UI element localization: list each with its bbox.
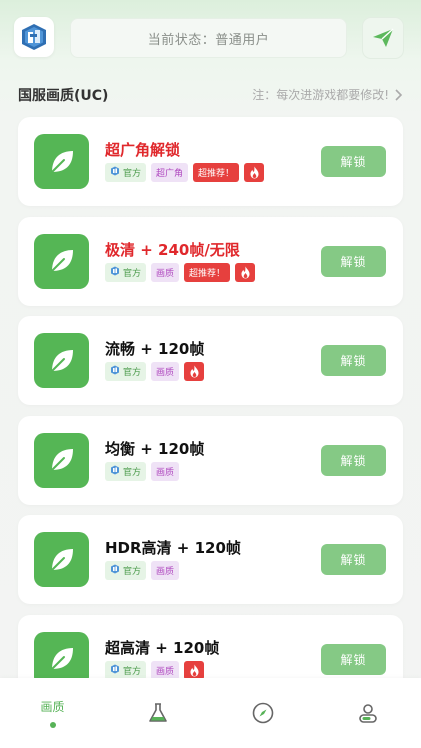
fire-icon <box>190 365 199 378</box>
leaf-icon-box <box>34 233 89 289</box>
card-tags: 官方 画质 <box>105 362 205 381</box>
leaf-icon-box <box>34 333 89 388</box>
active-indicator-dot <box>49 722 56 728</box>
tag-text: 官方 <box>123 567 142 577</box>
unlock-button[interactable]: 解锁 <box>321 544 386 575</box>
fire-icon <box>241 266 250 278</box>
quality-card: 流畅 + 120帧官方 画质 解锁 <box>18 316 403 405</box>
paper-plane-icon <box>373 28 394 47</box>
nav-tab-discover[interactable] <box>210 678 315 748</box>
fire-badge <box>235 262 256 282</box>
official-tag: 官方 <box>105 461 147 481</box>
fire-badge <box>184 660 205 680</box>
official-badge-icon <box>110 465 120 478</box>
app-logo-icon <box>22 24 46 50</box>
official-badge-icon <box>110 564 120 577</box>
tag-text: 超推荐！ <box>198 169 235 179</box>
card-tags: 官方 画质 <box>105 561 180 580</box>
section-note-text: 注：每次进游戏都要修改! <box>252 88 389 102</box>
bottom-navigation: 画质 <box>0 678 421 748</box>
quality-card: HDR高清 + 120帧官方 画质 解锁 <box>18 515 403 604</box>
nav-tab-quality-label: 画质 <box>40 700 65 714</box>
leaf-icon <box>50 150 73 173</box>
quality-card: 超广角解锁官方 超广角 超推荐！ 解锁 <box>18 117 403 206</box>
card-tags: 官方 画质 <box>105 660 205 680</box>
tag-text: 画质 <box>156 268 175 279</box>
category-tag: 画质 <box>151 660 180 680</box>
recommend-tag: 超推荐！ <box>193 163 240 182</box>
card-tags: 官方 画质 <box>105 461 180 481</box>
tag-text: 官方 <box>123 666 142 677</box>
section-header: 国服画质(UC) 注：每次进游戏都要修改! <box>18 84 403 106</box>
nav-tab-lab[interactable] <box>105 678 210 748</box>
category-tag: 画质 <box>151 461 180 481</box>
tag-text: 超推荐！ <box>189 268 226 279</box>
fire-badge <box>244 163 265 182</box>
unlock-button[interactable]: 解锁 <box>321 444 386 476</box>
nav-tab-quality[interactable]: 画质 <box>0 678 105 748</box>
official-tag: 官方 <box>105 362 147 381</box>
fire-badge <box>184 362 205 381</box>
user-status: 当前状态：普通用户 <box>70 18 347 58</box>
recommend-tag: 超推荐！ <box>184 262 231 282</box>
card-title: 超广角解锁 <box>105 141 181 159</box>
profile-icon <box>358 704 377 723</box>
section-note[interactable]: 注：每次进游戏都要修改! <box>252 86 403 103</box>
card-title: 均衡 + 120帧 <box>105 439 205 458</box>
quality-card: 均衡 + 120帧官方 画质 解锁 <box>18 415 403 505</box>
category-tag: 画质 <box>151 262 180 282</box>
category-tag: 超广角 <box>151 163 189 182</box>
tag-text: 超广角 <box>156 169 184 179</box>
official-badge-icon <box>110 365 120 378</box>
card-title: HDR高清 + 120帧 <box>105 539 241 557</box>
official-badge-icon <box>110 166 120 179</box>
official-tag: 官方 <box>105 163 147 182</box>
official-badge-icon <box>110 266 120 279</box>
card-tags: 官方 画质 超推荐！ <box>105 262 256 282</box>
official-tag: 官方 <box>105 262 147 282</box>
leaf-icon <box>50 648 73 670</box>
official-tag: 官方 <box>105 561 147 580</box>
official-badge-icon <box>110 664 120 677</box>
unlock-button[interactable]: 解锁 <box>321 643 386 675</box>
nav-tab-profile[interactable] <box>315 678 420 748</box>
card-title: 超高清 + 120帧 <box>105 638 220 657</box>
leaf-icon <box>50 250 73 272</box>
user-status-text: 当前状态：普通用户 <box>147 32 270 48</box>
app-logo[interactable] <box>14 17 54 57</box>
tag-text: 官方 <box>123 169 142 179</box>
tag-text: 画质 <box>156 368 175 378</box>
compass-icon <box>252 702 273 724</box>
leaf-icon <box>50 548 73 571</box>
flask-icon <box>148 703 167 722</box>
fire-icon <box>190 664 199 676</box>
tag-text: 画质 <box>156 666 175 677</box>
tag-text: 官方 <box>123 268 142 279</box>
unlock-button[interactable]: 解锁 <box>321 345 386 376</box>
chevron-right-icon <box>395 88 403 101</box>
tag-text: 官方 <box>123 467 142 478</box>
tag-text: 画质 <box>156 567 175 577</box>
quality-card: 极清 + 240帧/无限官方 画质 超推荐！ 解锁 <box>18 216 403 306</box>
card-title: 极清 + 240帧/无限 <box>105 240 240 259</box>
send-button[interactable] <box>362 17 404 59</box>
leaf-icon <box>50 349 73 372</box>
unlock-button[interactable]: 解锁 <box>321 245 386 277</box>
card-tags: 官方 超广角 超推荐！ <box>105 163 265 182</box>
top-bar: 当前状态：普通用户 <box>0 0 421 76</box>
category-tag: 画质 <box>151 362 180 381</box>
card-title: 流畅 + 120帧 <box>105 340 205 358</box>
official-tag: 官方 <box>105 660 147 680</box>
section-title: 国服画质(UC) <box>18 88 109 104</box>
fire-icon <box>250 166 259 179</box>
leaf-icon-box <box>34 134 89 189</box>
leaf-icon <box>50 449 73 471</box>
tag-text: 画质 <box>156 467 175 478</box>
tag-text: 官方 <box>123 368 142 378</box>
unlock-button[interactable]: 解锁 <box>321 146 386 177</box>
leaf-icon-box <box>34 432 89 488</box>
category-tag: 画质 <box>151 561 180 580</box>
leaf-icon-box <box>34 532 89 587</box>
